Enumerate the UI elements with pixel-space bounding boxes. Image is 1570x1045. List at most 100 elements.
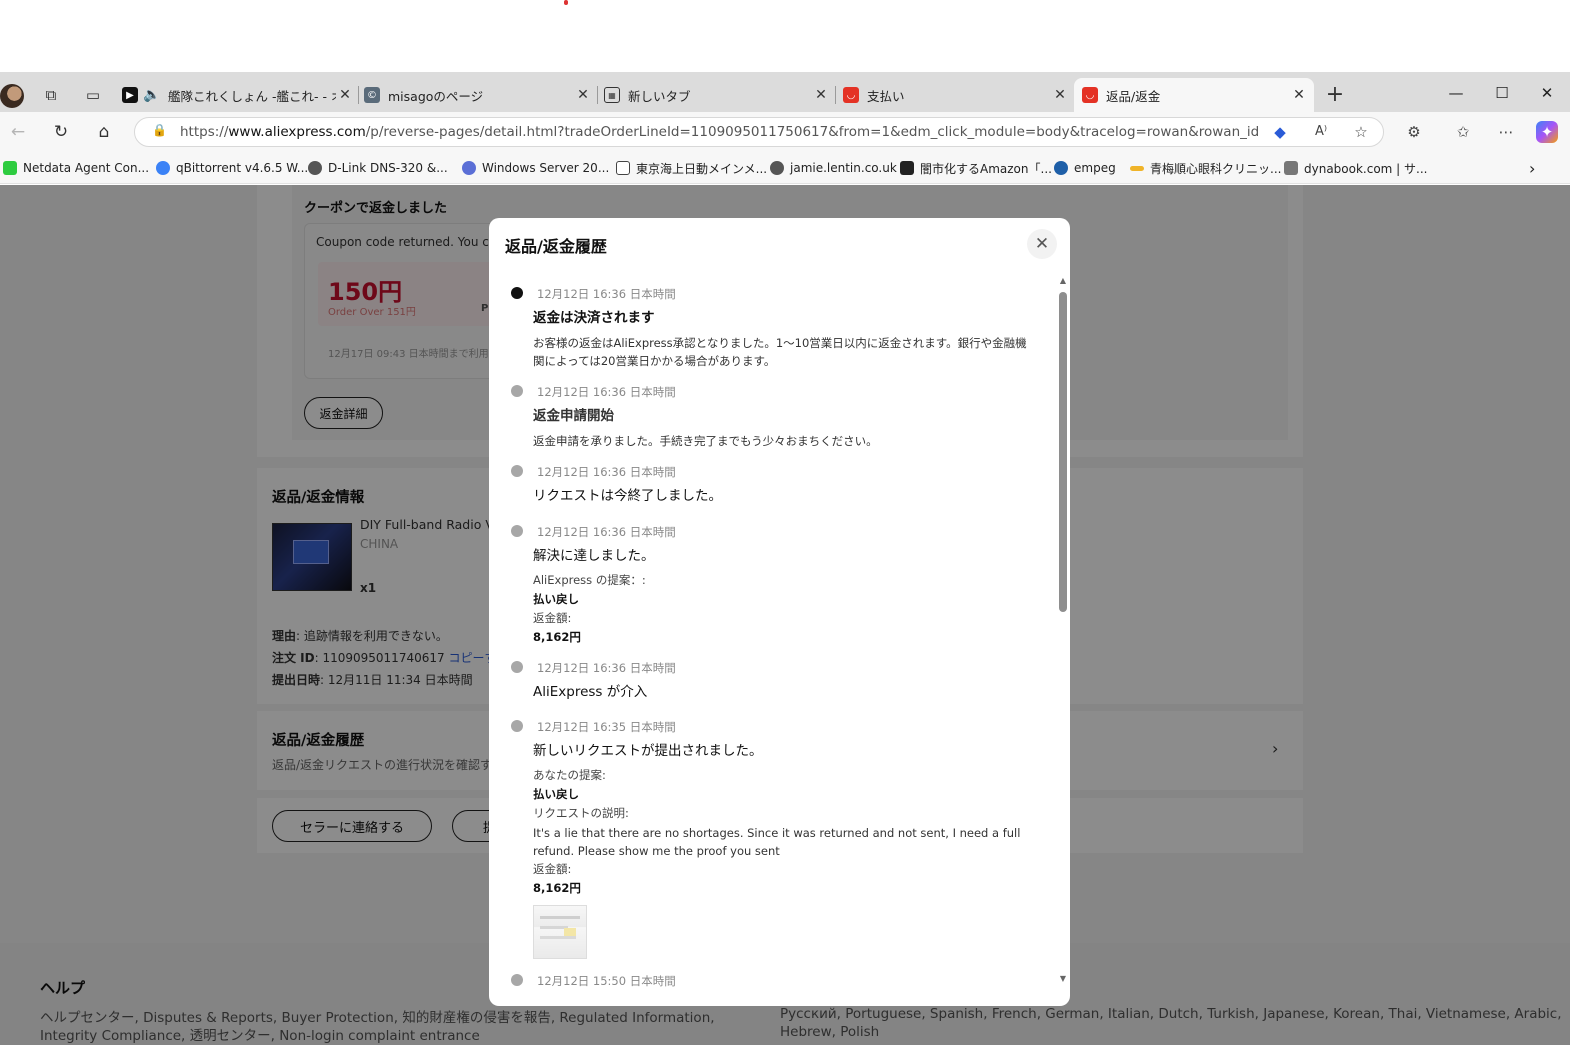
read-aloud-icon[interactable]: A⁾ (1309, 121, 1333, 143)
timeline-dot (511, 661, 523, 673)
qr-icon (900, 161, 914, 175)
tab-newtab[interactable]: ▦ 新しいタブ ✕ (604, 78, 830, 112)
bookmark-label: Netdata Agent Con... (23, 161, 150, 175)
evidence-image-thumbnail[interactable] (533, 905, 587, 959)
url-host: www.aliexpress.com (228, 124, 366, 140)
proposal-label: AliExpress の提案：: (533, 573, 646, 587)
bookmark-dynabook[interactable]: dynabook.com | サ... (1284, 158, 1428, 178)
copilot-icon[interactable]: ✦ (1536, 121, 1558, 143)
tab-title: 艦隊これくしょん -艦これ- - オンラ (168, 88, 336, 104)
event-heading: 返金申請開始 (533, 408, 614, 424)
close-icon[interactable]: ✕ (574, 87, 592, 103)
red-dot-marker (564, 0, 568, 5)
back-button[interactable]: ← (5, 120, 31, 144)
tab-title: 支払い (867, 88, 905, 104)
thumb-line (540, 916, 580, 919)
tab-title: misagoのページ (388, 88, 484, 104)
bookmark-label: D-Link DNS-320 &... (328, 161, 448, 175)
tab-separator (358, 86, 359, 104)
favorites-icon[interactable]: ✩ (1451, 121, 1475, 143)
more-menu-icon[interactable]: ⋯ (1494, 121, 1518, 143)
bookmark-label: qBittorrent v4.6.5 W... (176, 161, 309, 175)
event-heading: 返金は決済されます (533, 310, 655, 326)
profile-avatar[interactable] (0, 84, 24, 108)
event-time: 12月12日 16:36 日本時間 (537, 287, 676, 301)
request-description-label: リクエストの説明: (533, 806, 629, 820)
lock-icon[interactable]: 🔒 (152, 123, 167, 141)
bookmark-tokio-marine[interactable]: 東京海上日動メインメ... (616, 158, 767, 178)
bookmark-label: 東京海上日動メインメ... (636, 161, 768, 176)
timeline-dot (511, 287, 523, 299)
coupon-tag-icon[interactable]: ◆ (1268, 121, 1292, 143)
wordpress-icon (462, 161, 476, 175)
event-time: 12月12日 16:36 日本時間 (537, 385, 676, 399)
page-icon (616, 161, 630, 175)
event-time: 12月12日 16:36 日本時間 (537, 525, 676, 539)
modal-title: 返品/返金履歴 (505, 237, 607, 256)
refresh-button[interactable]: ↻ (48, 120, 74, 144)
newtab-icon: ▦ (604, 87, 620, 103)
url-text[interactable]: https://www.aliexpress.com/p/reverse-pag… (180, 124, 1260, 140)
url-scheme: https:// (180, 124, 229, 140)
site-icon: © (364, 87, 380, 103)
modal-close-button[interactable]: ✕ (1027, 229, 1057, 259)
bookmark-empeg[interactable]: empeg (1054, 158, 1116, 178)
event-description: お客様の返金はAliExpress承認となりました。1〜10営業日以内に返金され… (533, 336, 1027, 368)
home-button[interactable]: ⌂ (91, 120, 117, 144)
bookmark-amazon-article[interactable]: 闇市化するAmazon「... (900, 158, 1052, 178)
bookmarks-overflow-chevron-icon[interactable]: › (1529, 158, 1535, 178)
close-icon[interactable]: ✕ (1051, 87, 1069, 103)
vertical-tabs-icon[interactable]: ▭ (82, 84, 104, 106)
window-close-button[interactable]: ✕ (1524, 80, 1570, 106)
favorite-star-icon[interactable]: ☆ (1349, 121, 1373, 143)
tab-kancolle[interactable]: ▶ 🔈 艦隊これくしょん -艦これ- - オンラ ✕ (122, 78, 354, 112)
refund-amount-value: 8,162円 (533, 881, 581, 895)
bookmark-dlink[interactable]: D-Link DNS-320 &... (308, 158, 448, 178)
tab-payment[interactable]: ◡ 支払い ✕ (843, 78, 1069, 112)
tab-refund[interactable]: ◡ 返品/返金 ✕ (1074, 78, 1314, 112)
timeline-dot (511, 525, 523, 537)
tab-separator (597, 86, 598, 104)
close-icon[interactable]: ✕ (336, 87, 354, 103)
new-tab-button[interactable]: + (1324, 84, 1346, 106)
event-heading: 解決に達しました。 (533, 548, 655, 564)
globe-icon (308, 161, 322, 175)
event-time: 12月12日 16:36 日本時間 (537, 465, 676, 479)
bookmark-label: Windows Server 20... (482, 161, 610, 175)
close-icon[interactable]: ✕ (812, 87, 830, 103)
speaker-icon[interactable]: 🔈 (143, 87, 160, 103)
timeline-dot (511, 385, 523, 397)
thumb-highlight (564, 928, 576, 936)
refund-amount-label: 返金額: (533, 611, 572, 625)
bookmark-qbittorrent[interactable]: qBittorrent v4.6.5 W... (156, 158, 308, 178)
tab-separator (835, 86, 836, 104)
bookmark-netdata[interactable]: Netdata Agent Con... (3, 158, 149, 178)
workspaces-icon[interactable]: ⧉ (40, 84, 62, 106)
thumb-line (540, 936, 576, 939)
event-time: 12月12日 15:50 日本時間 (537, 974, 676, 988)
bookmark-ome-clinic[interactable]: 青梅順心眼科クリニッ... (1130, 158, 1281, 178)
tab-misago[interactable]: © misagoのページ ✕ (364, 78, 592, 112)
event-time: 12月12日 16:35 日本時間 (537, 720, 676, 734)
scroll-down-arrow-icon[interactable]: ▼ (1058, 974, 1068, 984)
maximize-button[interactable]: ☐ (1479, 80, 1525, 106)
tab-title: 返品/返金 (1106, 88, 1161, 104)
event-heading: AliExpress が介入 (533, 684, 648, 700)
bookmark-windows-server[interactable]: Windows Server 20... (462, 158, 609, 178)
modal-scrollbar-thumb[interactable] (1059, 292, 1067, 612)
scroll-up-arrow-icon[interactable]: ▲ (1058, 276, 1068, 286)
refund-amount-label: 返金額: (533, 862, 572, 876)
minimize-button[interactable]: — (1433, 80, 1479, 106)
timeline-dot (511, 974, 523, 986)
bookmark-jamie-lentin[interactable]: jamie.lentin.co.uk (770, 158, 897, 178)
extensions-icon[interactable]: ⚙ (1402, 121, 1426, 143)
dynabook-icon (1284, 161, 1298, 175)
close-icon[interactable]: ✕ (1290, 87, 1308, 103)
refund-amount-value: 8,162円 (533, 630, 581, 644)
aliexpress-icon: ◡ (843, 87, 859, 103)
proposal-label: あなたの提案: (533, 768, 606, 782)
qbittorrent-icon (156, 161, 170, 175)
event-description: 返金申請を承りました。手続き完了までもう少々おまちください。 (533, 434, 878, 448)
screen-top-area (0, 0, 1570, 72)
clinic-icon (1130, 165, 1144, 171)
